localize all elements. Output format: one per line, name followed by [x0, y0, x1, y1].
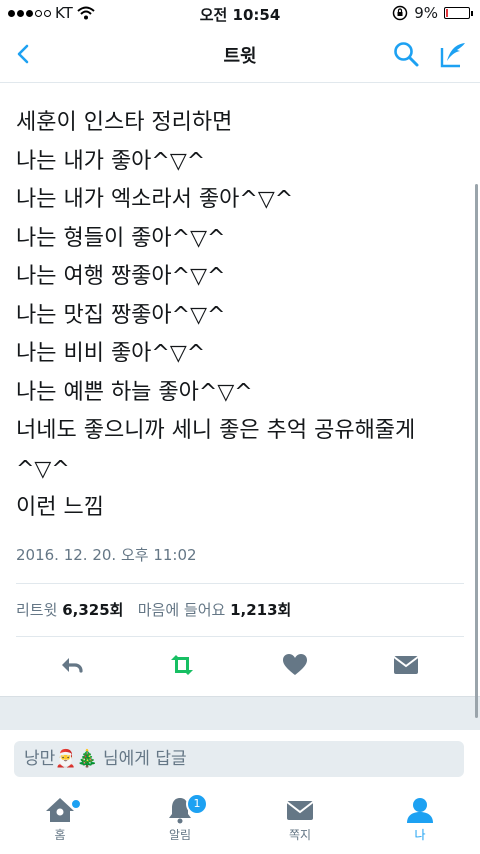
- section-separator: [0, 696, 480, 731]
- person-icon: [407, 798, 433, 823]
- tab-messages-label: 쪽지: [288, 828, 312, 842]
- envelope-icon: [286, 801, 314, 820]
- notification-badge: 1: [186, 793, 208, 815]
- tab-bar: 홈 1 알림 쪽지 나: [0, 788, 480, 854]
- tab-me[interactable]: 나: [380, 796, 460, 843]
- tweet-line: 나는 예쁜 하늘 좋아^▽^: [16, 379, 253, 405]
- tab-home[interactable]: 홈: [20, 796, 100, 843]
- tweet-actions: [0, 636, 480, 696]
- tweet-line: 세훈이 인스타 정리하면: [16, 110, 233, 135]
- navigation-bar: 트윗: [0, 28, 480, 83]
- status-bar: KT 오전 10:54 9%: [0, 0, 480, 28]
- tab-messages[interactable]: 쪽지: [260, 796, 340, 843]
- tweet-line: 나는 내가 엑소라서 좋아^▽^: [16, 187, 294, 212]
- tweet-line: 나는 맛집 짱좋아^▽^: [16, 302, 226, 328]
- tweet-line: ^▽^: [16, 456, 70, 482]
- reply-icon[interactable]: [58, 651, 86, 679]
- tab-notifications[interactable]: 1 알림: [140, 793, 220, 843]
- status-right: 9%: [392, 4, 473, 22]
- battery-percentage: 9%: [414, 4, 438, 22]
- orientation-lock-icon: [392, 5, 408, 21]
- search-icon[interactable]: [392, 40, 420, 68]
- like-heart-icon[interactable]: [281, 651, 309, 679]
- tweet-line: 나는 형들이 좋아^▽^: [16, 225, 226, 251]
- tweet-timestamp: 2016. 12. 20. 오후 11:02: [16, 546, 197, 564]
- direct-message-icon[interactable]: [392, 651, 420, 679]
- tab-me-label: 나: [414, 828, 426, 842]
- retweet-icon[interactable]: [168, 651, 196, 679]
- tweet-line: 나는 여행 짱좋아^▽^: [16, 264, 226, 289]
- like-stat-label[interactable]: 마음에 들어요: [138, 601, 226, 619]
- tweet-line: 나는 내가 좋아^▽^: [16, 148, 206, 174]
- retweet-count[interactable]: 6,325회: [62, 601, 123, 619]
- tab-home-label: 홈: [54, 828, 66, 842]
- compose-tweet-icon[interactable]: [438, 40, 468, 70]
- scrollbar[interactable]: [475, 184, 478, 718]
- reply-area: 낭만🎅🎄 님에게 답글: [0, 730, 480, 788]
- like-count[interactable]: 1,213회: [230, 601, 291, 619]
- divider: [16, 583, 464, 584]
- tweet-text: 세훈이 인스타 정리하면나는 내가 좋아^▽^ 나는 내가 엑소라서 좋아^▽^ 나…: [16, 104, 476, 528]
- battery-fill: [446, 9, 448, 17]
- tweet-line: 나는 비비 좋아^▽^: [16, 341, 206, 366]
- retweet-stat-label[interactable]: 리트윗: [16, 601, 57, 619]
- battery-icon: [444, 7, 473, 19]
- tweet-stats: 리트윗 6,325회 마음에 들어요 1,213회: [16, 599, 291, 620]
- home-unread-dot: [70, 798, 82, 810]
- tweet-line: 이런 느낌: [16, 495, 104, 520]
- reply-input[interactable]: 낭만🎅🎄 님에게 답글: [14, 741, 464, 777]
- tab-notifications-label: 알림: [168, 828, 192, 842]
- tweet-line: 너네도 좋으니까 세니 좋은 추억 공유해줄게: [16, 418, 416, 443]
